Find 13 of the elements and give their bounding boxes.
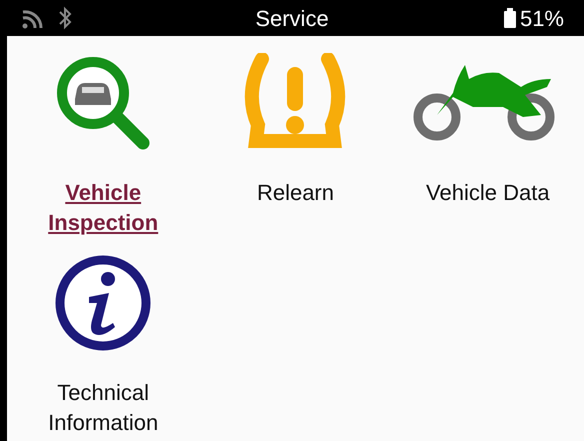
battery-icon	[502, 8, 517, 28]
screen-title: Service	[255, 4, 329, 32]
battery-level: 51%	[520, 4, 564, 32]
menu-label: Technical Information	[47, 379, 160, 437]
menu-label: Relearn	[256, 179, 335, 207]
menu-label: Vehicle Data	[425, 179, 551, 207]
menu-label: Vehicle Inspection	[47, 179, 160, 237]
menu-item[interactable]: Vehicle Data	[392, 48, 584, 248]
bluetooth-icon	[58, 6, 72, 30]
menu-item[interactable]: Relearn	[199, 48, 392, 248]
menu-item[interactable]: Technical Information	[7, 248, 200, 441]
menu-item[interactable]: Vehicle Inspection	[7, 48, 200, 248]
info-icon	[53, 253, 154, 353]
